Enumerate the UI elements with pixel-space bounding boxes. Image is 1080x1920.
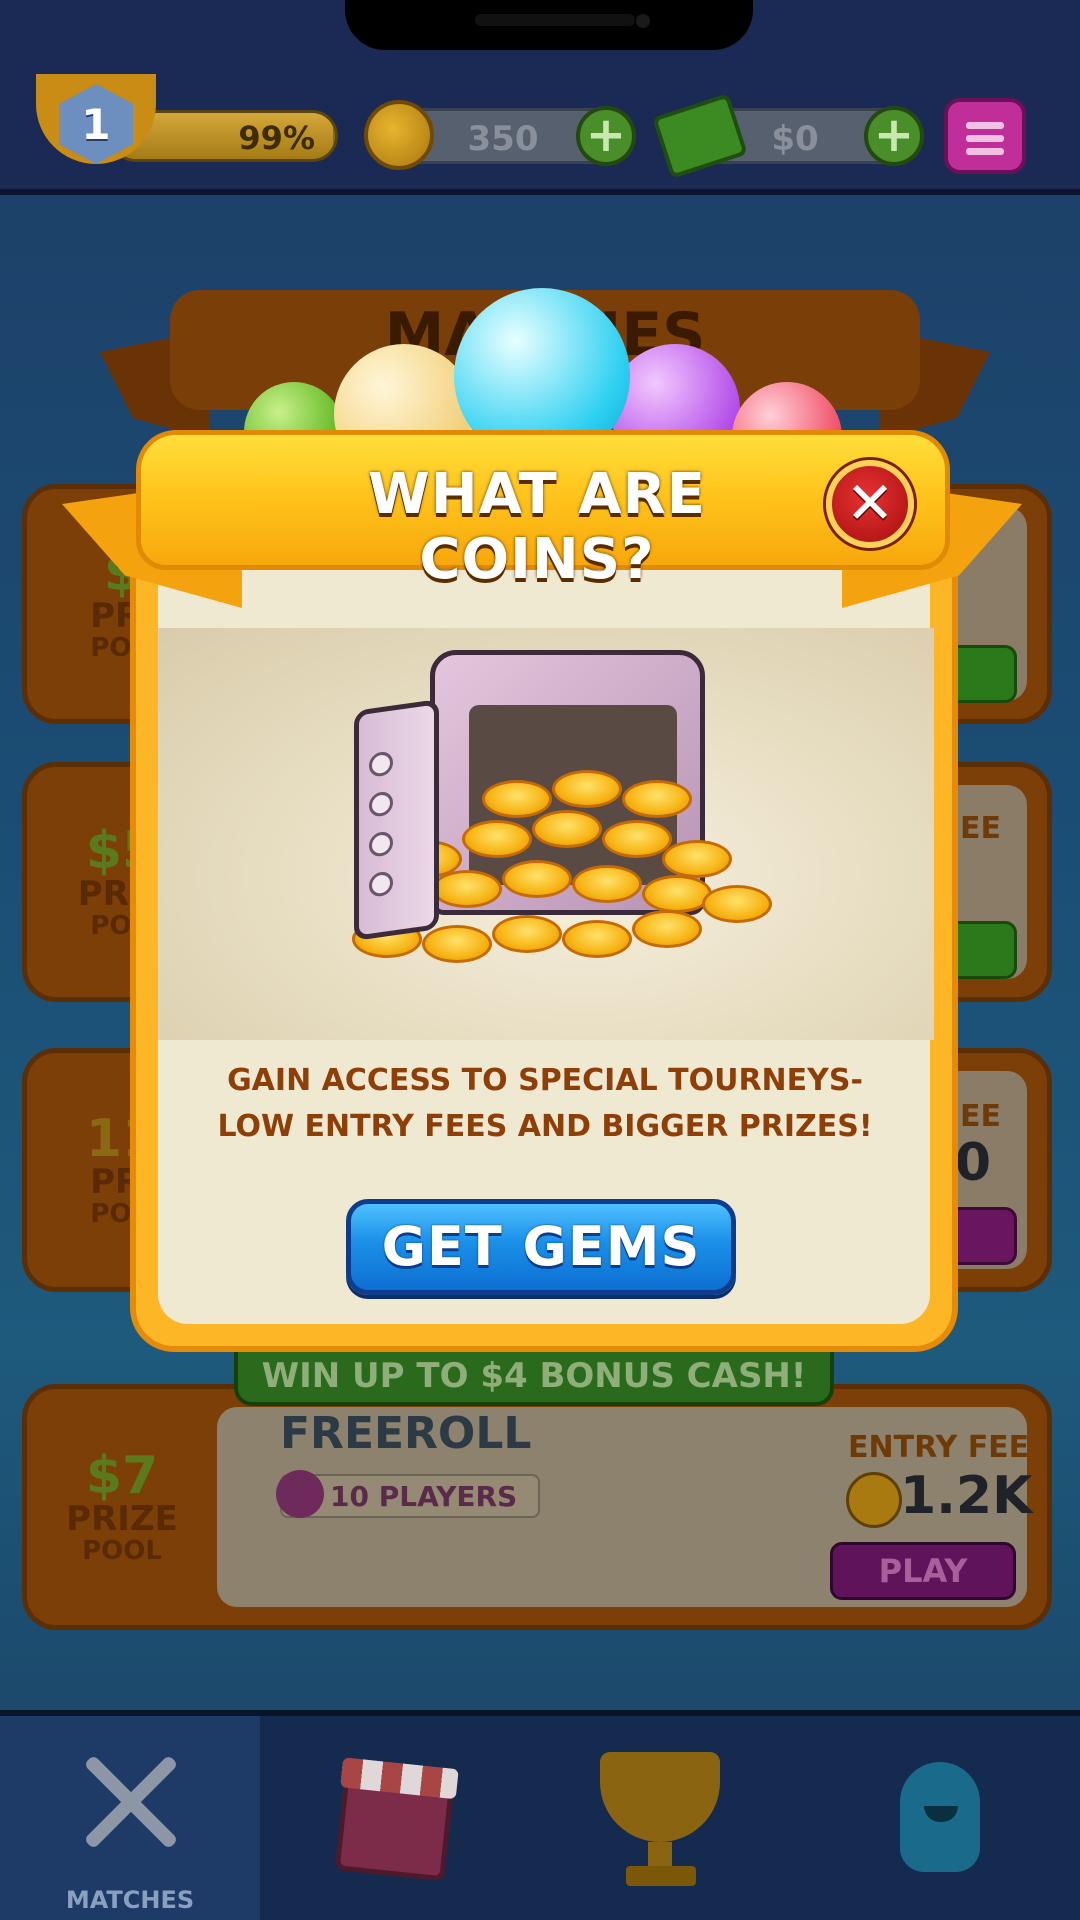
- modal-description-line-2: LOW ENTRY FEES AND BIGGER PRIZES!: [217, 1109, 873, 1144]
- device-notch: [345, 0, 753, 50]
- modal-description: GAIN ACCESS TO SPECIAL TOURNEYS- LOW ENT…: [150, 1058, 940, 1150]
- safe-door-icon: [354, 699, 439, 941]
- modal-title: WHAT ARE COINS?: [367, 462, 707, 592]
- get-gems-button[interactable]: GET GEMS: [346, 1199, 736, 1295]
- close-button[interactable]: ✕: [826, 460, 914, 548]
- modal-description-line-1: GAIN ACCESS TO SPECIAL TOURNEYS-: [227, 1063, 863, 1098]
- get-gems-button-label: GET GEMS: [381, 1215, 701, 1278]
- close-icon: ✕: [845, 469, 895, 537]
